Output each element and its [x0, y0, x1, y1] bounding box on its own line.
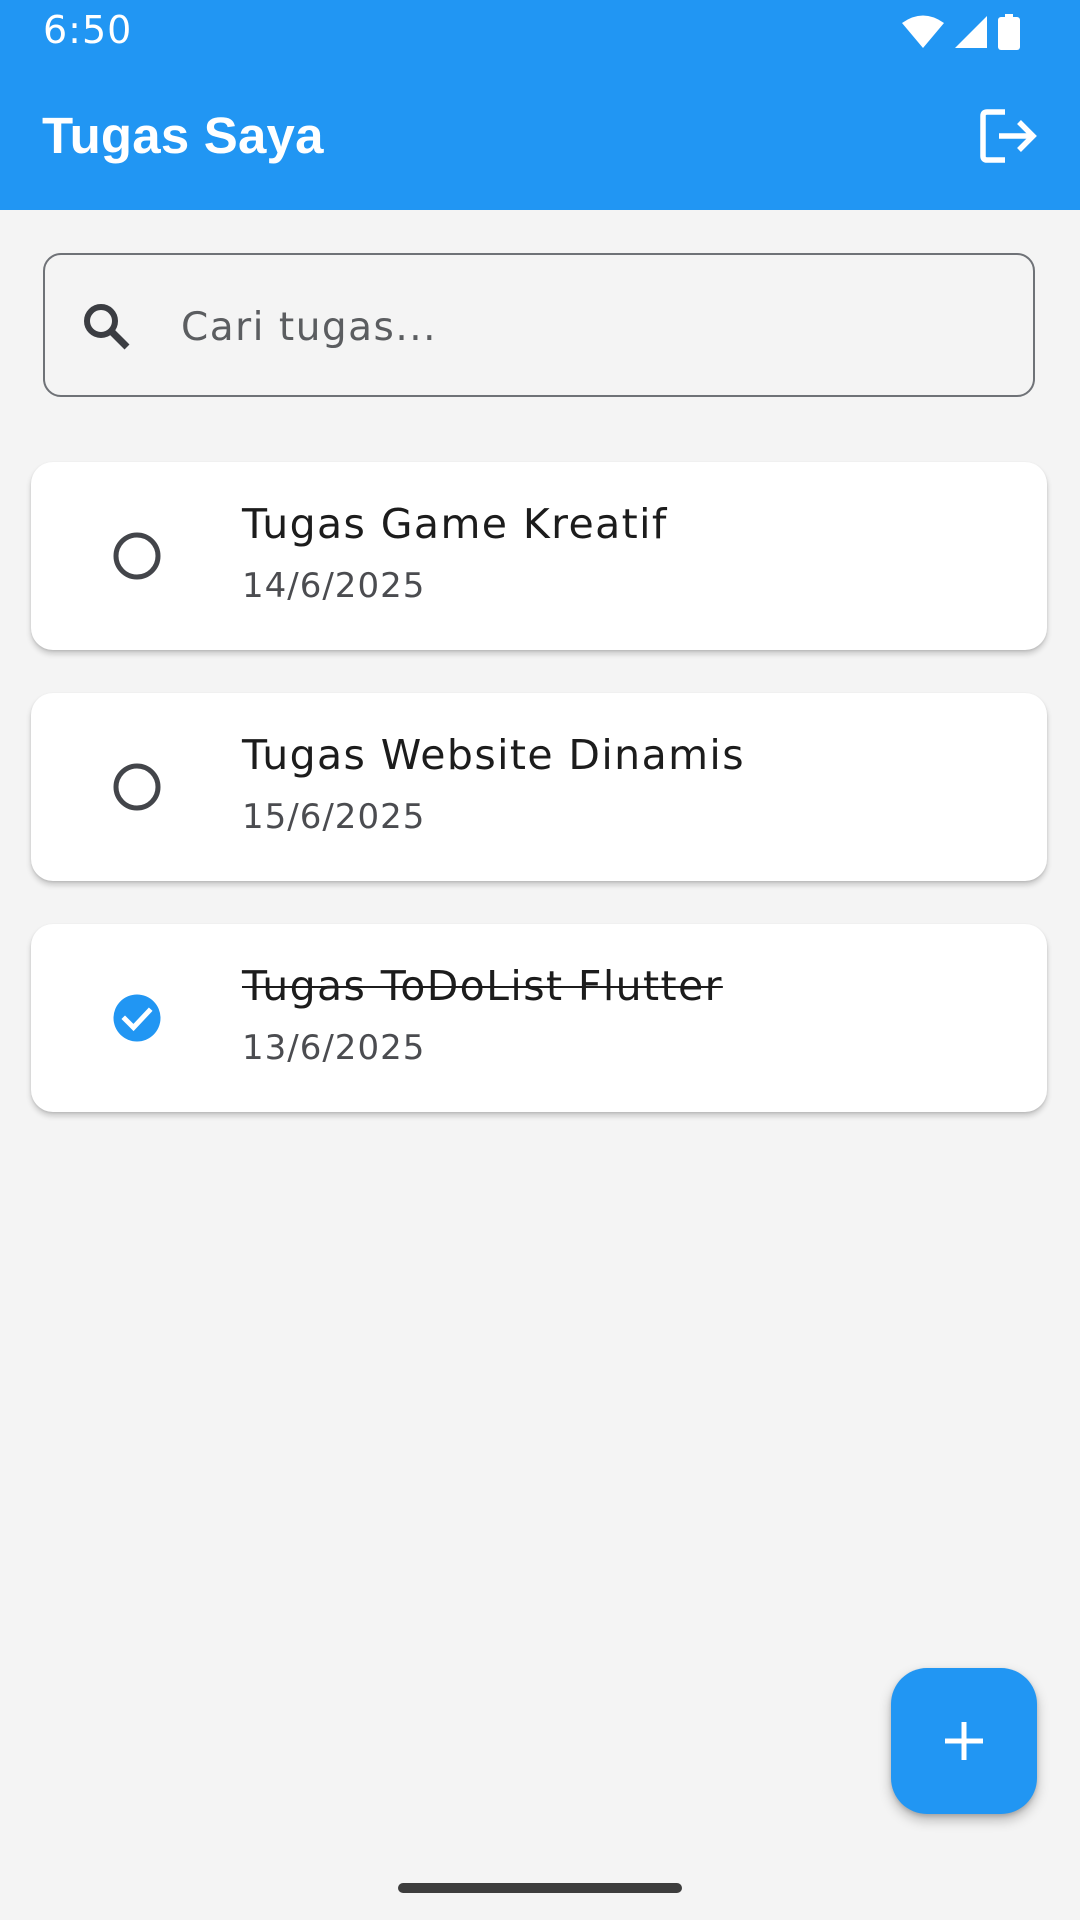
- unchecked-circle-icon[interactable]: [111, 530, 163, 582]
- task-card[interactable]: Tugas ToDoList Flutter 13/6/2025: [31, 924, 1047, 1112]
- add-task-button[interactable]: [891, 1668, 1037, 1814]
- logout-icon: [980, 109, 1037, 163]
- status-time: 6:50: [43, 8, 133, 52]
- task-card[interactable]: Tugas Game Kreatif 14/6/2025: [31, 462, 1047, 650]
- task-card[interactable]: Tugas Website Dinamis 15/6/2025: [31, 693, 1047, 881]
- task-date: 14/6/2025: [242, 566, 426, 606]
- home-gesture-bar[interactable]: [398, 1883, 682, 1893]
- cellular-signal-icon: [955, 16, 987, 48]
- task-title: Tugas ToDoList Flutter: [242, 962, 723, 1010]
- page-title: Tugas Saya: [42, 107, 324, 164]
- logout-button[interactable]: [976, 104, 1040, 168]
- task-title: Tugas Website Dinamis: [242, 731, 745, 779]
- search-icon: [84, 304, 130, 350]
- unchecked-circle-icon[interactable]: [111, 761, 163, 813]
- task-title: Tugas Game Kreatif: [242, 500, 668, 548]
- app-header: 6:50 Tugas Saya: [0, 0, 1080, 210]
- search-field[interactable]: [43, 253, 1035, 397]
- battery-icon: [998, 14, 1020, 50]
- search-input[interactable]: [179, 293, 983, 361]
- wifi-icon: [902, 15, 944, 48]
- status-icons: [902, 12, 1020, 52]
- task-date: 15/6/2025: [242, 797, 426, 837]
- task-date: 13/6/2025: [242, 1028, 426, 1068]
- plus-icon: [945, 1722, 983, 1760]
- check-circle-icon[interactable]: [111, 992, 163, 1044]
